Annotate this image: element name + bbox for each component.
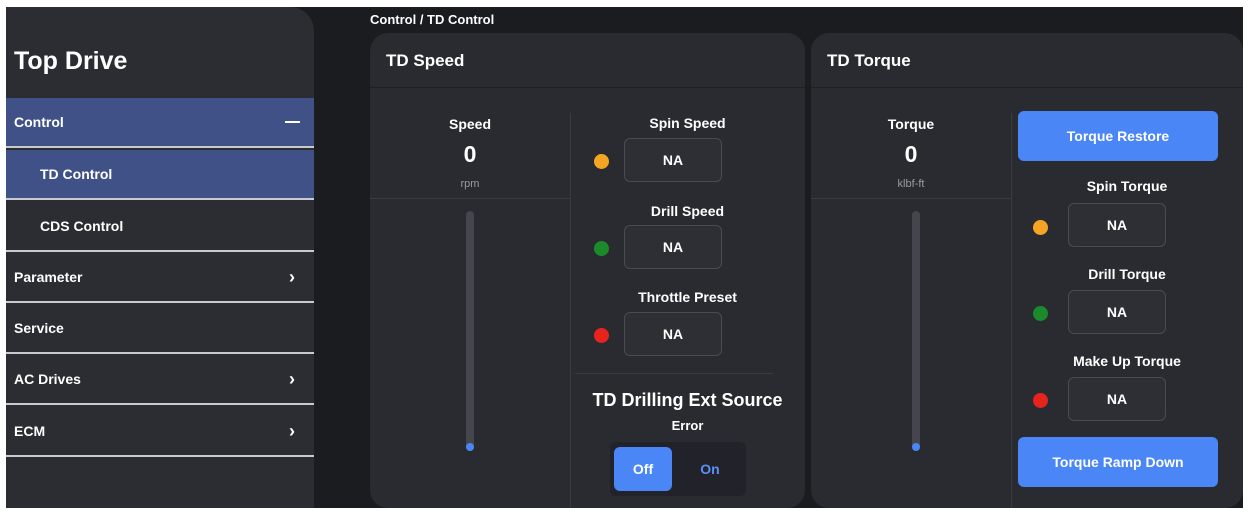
toggle-on-option[interactable]: On [680, 447, 740, 491]
drill-torque-label: Drill Torque [1088, 266, 1166, 282]
ext-source-toggle: Off On [610, 442, 746, 496]
drill-speed-field[interactable]: NA [624, 225, 722, 269]
chevron-right-icon: › [289, 266, 295, 287]
breadcrumb: Control / TD Control [370, 12, 495, 27]
app-window: Top Drive Control TD Control CDS Control… [0, 0, 1249, 515]
chevron-right-icon: › [289, 368, 295, 389]
divider [370, 198, 570, 199]
spin-speed-label: Spin Speed [649, 115, 726, 131]
torque-restore-button[interactable]: Torque Restore [1018, 111, 1218, 161]
torque-ramp-down-button[interactable]: Torque Ramp Down [1018, 437, 1218, 487]
sidebar: Top Drive Control TD Control CDS Control… [6, 7, 314, 508]
sidebar-item-label: Parameter [14, 269, 83, 285]
td-torque-panel: TD Torque Torque 0 klbf-ft Torque Restor… [811, 33, 1243, 508]
td-speed-panel: TD Speed Speed 0 rpm Spin Speed NA Drill… [370, 33, 805, 508]
throttle-preset-field[interactable]: NA [624, 312, 722, 356]
speed-value: 0 [463, 141, 477, 167]
sidebar-item-label: AC Drives [14, 371, 81, 387]
speed-slider[interactable] [466, 211, 474, 451]
sidebar-title: Top Drive [14, 47, 128, 75]
drill-torque-field[interactable]: NA [1068, 290, 1166, 334]
panel-title: TD Speed [386, 51, 465, 70]
sidebar-item-td-control[interactable]: TD Control [6, 150, 314, 200]
torque-unit: klbf-ft [897, 178, 925, 190]
slider-thumb[interactable] [912, 443, 920, 451]
sidebar-item-label: Control [14, 114, 64, 130]
status-dot [594, 328, 609, 343]
make-up-torque-label: Make Up Torque [1073, 353, 1181, 369]
status-dot [1033, 306, 1048, 321]
slider-thumb[interactable] [466, 443, 474, 451]
status-dot [594, 154, 609, 169]
sidebar-item-ecm[interactable]: ECM › [6, 407, 314, 457]
ext-source-title: TD Drilling Ext Source [592, 390, 783, 410]
throttle-preset-label: Throttle Preset [638, 289, 737, 305]
sidebar-item-label: CDS Control [40, 218, 124, 234]
drill-speed-label: Drill Speed [650, 203, 725, 219]
divider [1011, 113, 1012, 508]
speed-label: Speed [448, 116, 491, 132]
spin-torque-label: Spin Torque [1086, 178, 1168, 194]
torque-label: Torque [887, 116, 935, 132]
toggle-off-option[interactable]: Off [614, 447, 672, 491]
chevron-right-icon: › [289, 420, 295, 441]
torque-value: 0 [904, 141, 918, 167]
sidebar-item-ac-drives[interactable]: AC Drives › [6, 355, 314, 405]
ext-source-status: Error [671, 418, 704, 433]
sidebar-item-cds-control[interactable]: CDS Control [6, 202, 314, 252]
spin-torque-field[interactable]: NA [1068, 203, 1166, 247]
status-dot [594, 241, 609, 256]
make-up-torque-field[interactable]: NA [1068, 377, 1166, 421]
status-dot [1033, 393, 1048, 408]
status-dot [1033, 220, 1048, 235]
panel-header: TD Speed [370, 33, 805, 88]
minus-icon [285, 121, 300, 123]
torque-slider[interactable] [912, 211, 920, 451]
sidebar-item-service[interactable]: Service [6, 304, 314, 354]
divider [811, 198, 1011, 199]
sidebar-item-label: Service [14, 320, 64, 336]
divider [570, 113, 571, 508]
panel-header: TD Torque [811, 33, 1243, 88]
sidebar-item-control[interactable]: Control [6, 98, 314, 148]
speed-unit: rpm [460, 178, 480, 190]
spin-speed-field[interactable]: NA [624, 138, 722, 182]
sidebar-item-label: ECM [14, 423, 46, 439]
divider [575, 373, 773, 374]
sidebar-item-parameter[interactable]: Parameter › [6, 253, 314, 303]
panel-title: TD Torque [827, 51, 911, 70]
sidebar-item-label: TD Control [40, 166, 113, 182]
